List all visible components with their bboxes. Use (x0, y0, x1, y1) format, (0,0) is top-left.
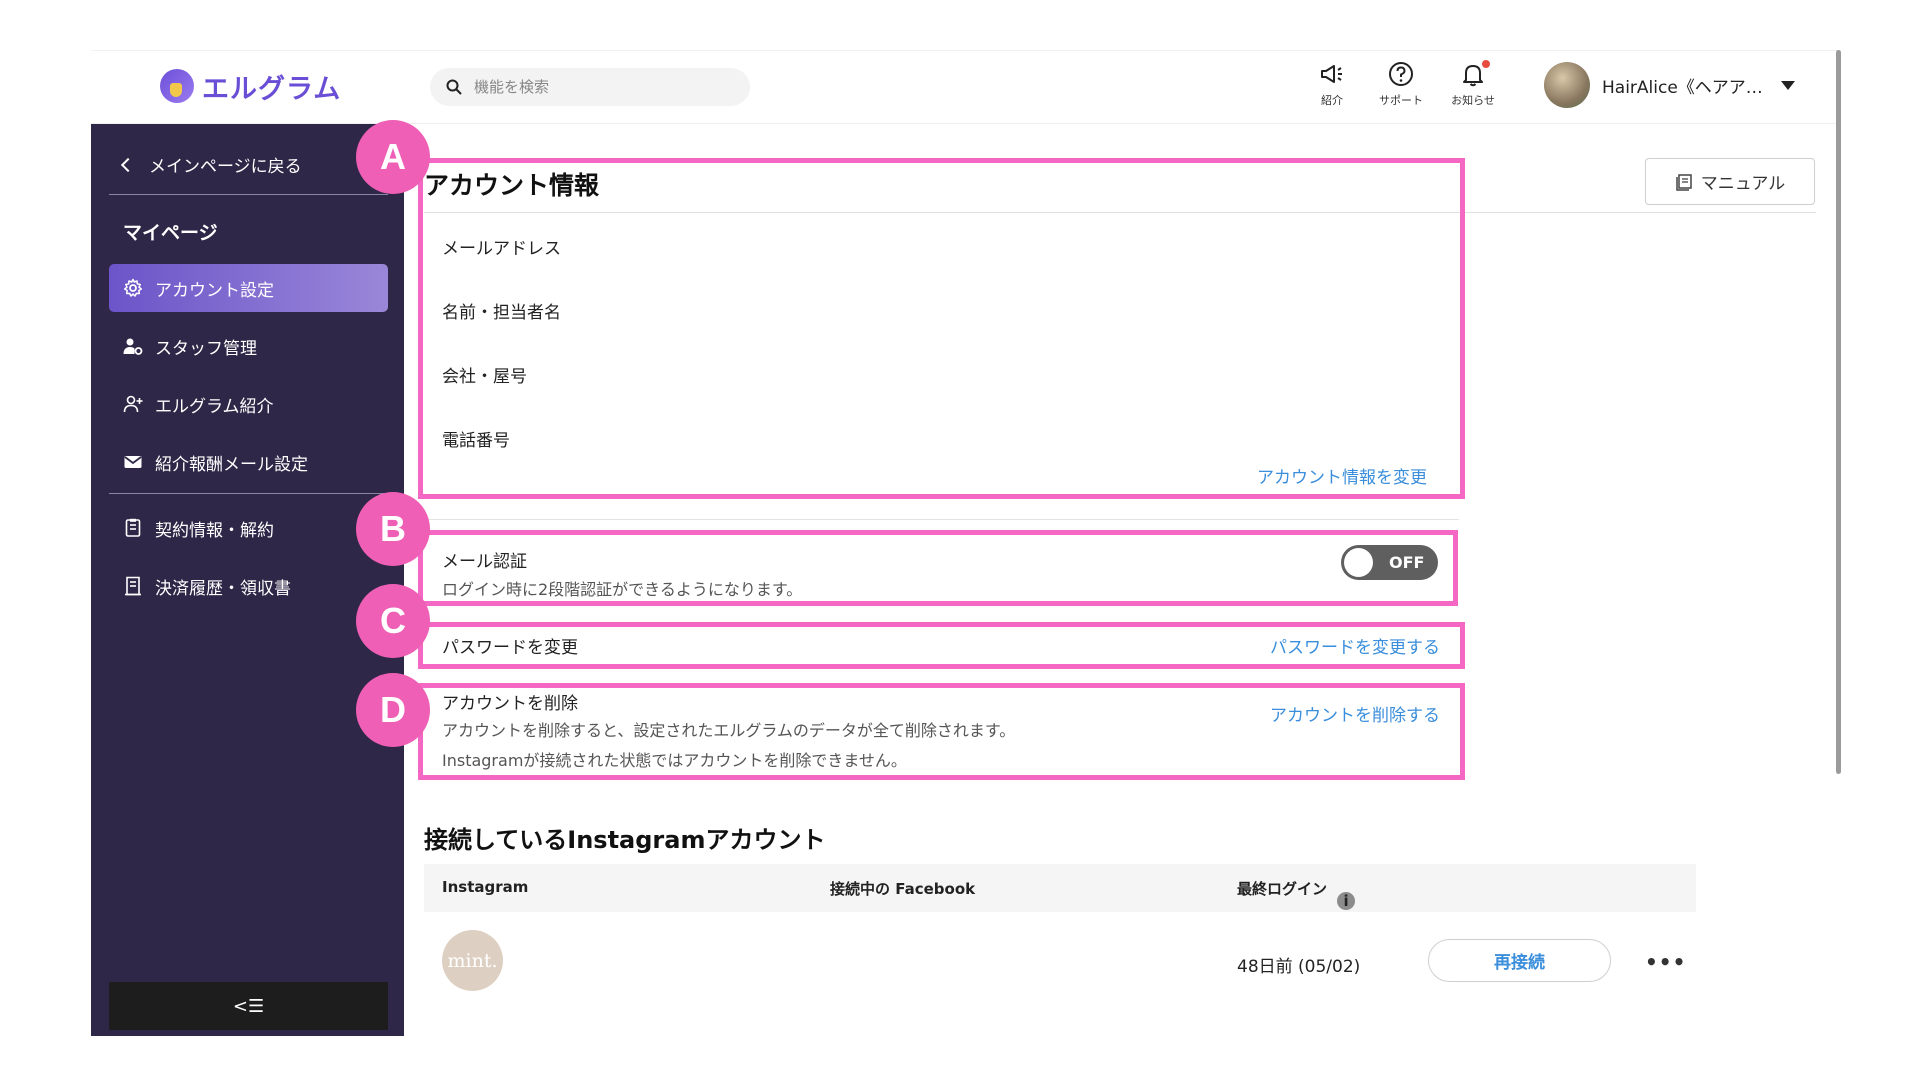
logo-icon (160, 69, 194, 103)
intro-button[interactable]: 紹介 (1297, 60, 1367, 116)
receipt-icon (125, 576, 141, 596)
search-bar[interactable] (430, 68, 750, 106)
mail-icon (124, 456, 142, 468)
manual-button[interactable]: マニュアル (1645, 158, 1815, 205)
scrollbar[interactable] (1836, 50, 1841, 774)
sidebar-item-label: スタッフ管理 (155, 338, 257, 359)
sidebar-item-label: 契約情報・解約 (155, 520, 274, 541)
sidebar-item-reward-mail[interactable]: 紹介報酬メール設定 (109, 438, 388, 486)
sidebar-item-label: アカウント設定 (155, 280, 274, 301)
section-divider (424, 519, 1459, 520)
notification-dot (1482, 60, 1490, 68)
instagram-account-avatar: mint. (442, 930, 503, 991)
back-to-main-link[interactable]: メインページに戻る (120, 152, 302, 177)
book-icon (1676, 173, 1692, 191)
chevron-left-icon (120, 157, 136, 172)
document-icon (125, 518, 141, 537)
manual-label: マニュアル (1700, 174, 1786, 194)
support-button[interactable]: サポート (1366, 60, 1436, 116)
sidebar-section-title: マイページ (123, 222, 218, 244)
chevron-down-icon (1780, 80, 1795, 90)
user-menu[interactable]: HairAlice《ヘアア… (1544, 62, 1795, 108)
column-header-instagram: Instagram (442, 878, 529, 896)
intro-label: 紹介 (1321, 94, 1343, 107)
annotation-badge-c: C (356, 584, 430, 658)
reconnect-button[interactable]: 再接続 (1428, 939, 1611, 982)
annotation-badge-a: A (356, 120, 430, 194)
annotation-box-c (418, 622, 1465, 669)
help-icon (1389, 62, 1413, 86)
last-login-value: 48日前 (05/02) (1237, 957, 1361, 977)
avatar (1544, 62, 1590, 108)
user-name: HairAlice《ヘアア… (1602, 77, 1763, 98)
back-label: メインページに戻る (149, 157, 302, 177)
table-header: Instagram 接続中の Facebook 最終ログイン i (424, 864, 1696, 912)
column-header-last-login: 最終ログイン i (1237, 878, 1356, 910)
search-input[interactable] (474, 78, 714, 96)
sidebar-item-label: 決済履歴・領収書 (155, 578, 291, 599)
more-options-icon[interactable]: ••• (1645, 950, 1686, 974)
staff-gear-icon (123, 338, 143, 355)
sidebar: メインページに戻る マイページ アカウント設定 スタッフ管理 エルグラム紹介 紹… (91, 124, 404, 1036)
notifications-button[interactable]: お知らせ (1438, 60, 1508, 116)
annotation-badge-d: D (356, 673, 430, 747)
logo-text: エルグラム (202, 73, 342, 105)
sidebar-item-contract[interactable]: 契約情報・解約 (109, 504, 388, 552)
annotation-box-d (418, 683, 1465, 780)
notifications-label: お知らせ (1451, 94, 1495, 107)
app-logo[interactable]: エルグラム (160, 68, 342, 105)
sidebar-item-label: 紹介報酬メール設定 (155, 454, 308, 475)
sidebar-item-label: エルグラム紹介 (155, 396, 274, 417)
collapse-icon: <☰ (232, 995, 265, 1017)
gear-icon (123, 278, 143, 297)
annotation-box-a (418, 158, 1465, 499)
info-icon[interactable]: i (1337, 892, 1356, 910)
column-header-last-login-label: 最終ログイン (1237, 880, 1328, 898)
sidebar-item-staff[interactable]: スタッフ管理 (109, 322, 388, 370)
search-icon (446, 79, 462, 95)
user-plus-icon (123, 395, 143, 413)
sidebar-item-referral[interactable]: エルグラム紹介 (109, 380, 388, 428)
sidebar-item-account-settings[interactable]: アカウント設定 (109, 264, 388, 312)
megaphone-icon (1321, 65, 1342, 83)
annotation-badge-b: B (356, 492, 430, 566)
annotation-box-b (418, 530, 1458, 606)
collapse-sidebar-button[interactable]: <☰ (109, 982, 388, 1030)
sidebar-item-payment-history[interactable]: 決済履歴・領収書 (109, 562, 388, 610)
support-label: サポート (1379, 94, 1423, 107)
sidebar-divider (109, 194, 388, 195)
column-header-facebook: 接続中の Facebook (830, 880, 976, 898)
instagram-section-title: 接続しているInstagramアカウント (424, 826, 826, 854)
sidebar-divider (109, 493, 388, 494)
